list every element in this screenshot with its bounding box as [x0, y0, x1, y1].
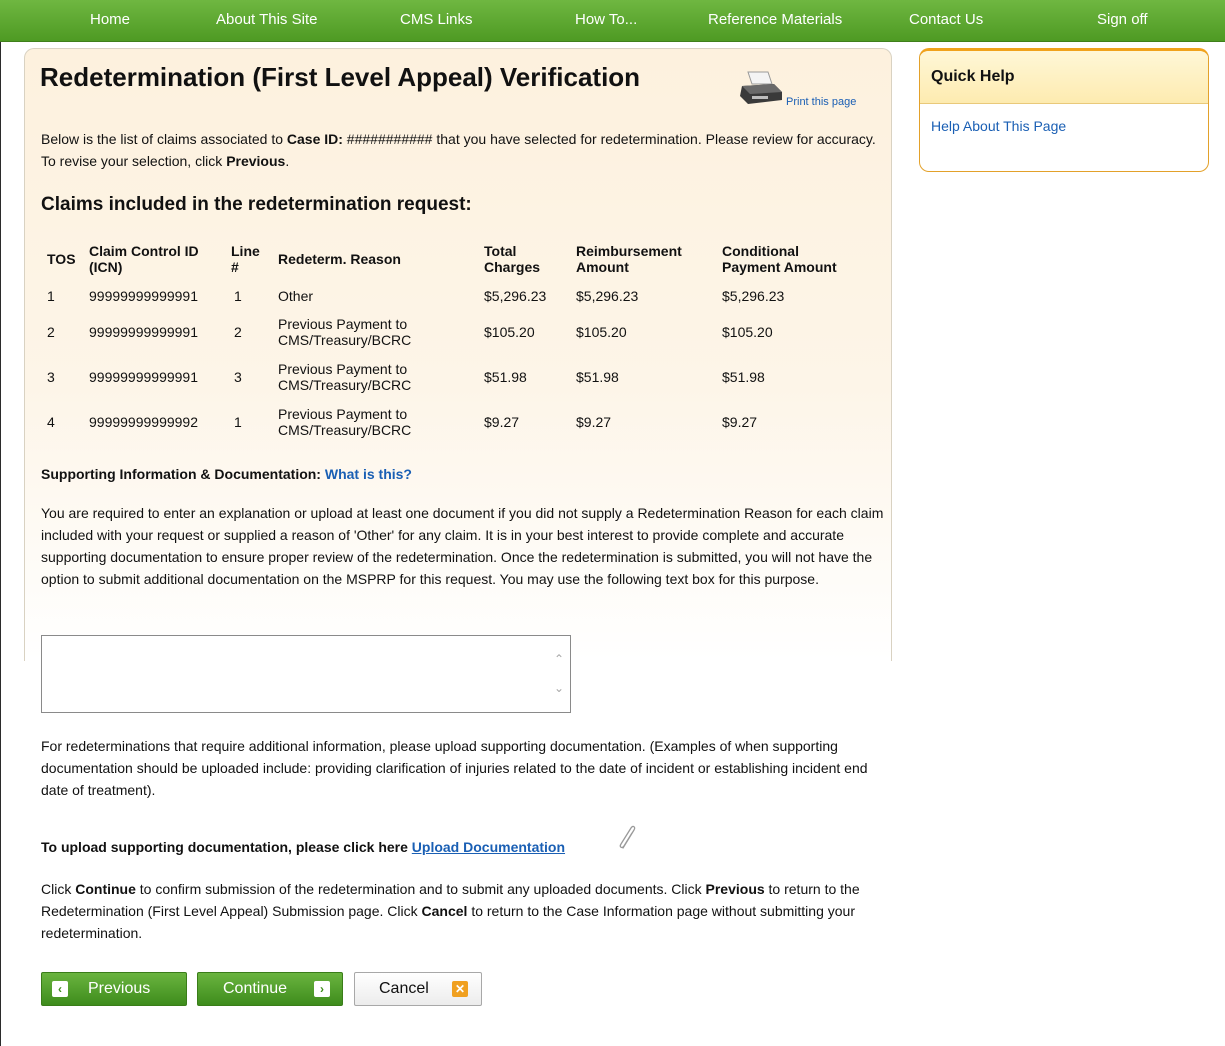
intro-text-part: Below is the list of claims associated t… — [41, 131, 287, 147]
header-icn-line1: Claim Control ID — [89, 243, 199, 259]
row3-reimb: $51.98 — [576, 369, 619, 385]
row3-reason-line1: Previous Payment to — [278, 361, 408, 377]
intro-previous-word: Previous — [226, 153, 286, 169]
paperclip-icon[interactable] — [617, 824, 639, 852]
header-cond-line1: Conditional — [722, 243, 799, 259]
row3-tos: 3 — [47, 369, 55, 385]
case-id-label: Case ID: — [286, 131, 343, 147]
scroll-up-icon[interactable]: ⌃ — [552, 652, 566, 666]
row3-icn: 99999999999991 — [89, 369, 199, 385]
explanation-textarea[interactable] — [41, 635, 571, 713]
header-cond-line2: Payment Amount — [722, 259, 837, 275]
row4-line: 1 — [234, 414, 242, 430]
page-title: Redetermination (First Level Appeal) Ver… — [40, 62, 641, 92]
intro-text: Below is the list of claims associated t… — [41, 128, 881, 172]
header-total-line2: Charges — [484, 259, 541, 275]
upload-info-text: For redeterminations that require additi… — [41, 738, 868, 798]
continue-instructions: Click Continue to confirm submission of … — [41, 878, 871, 944]
nav-cms-links[interactable]: CMS Links — [400, 11, 473, 28]
what-is-this-link[interactable]: What is this? — [325, 466, 412, 482]
upload-prompt: To upload supporting documentation, plea… — [41, 839, 565, 855]
row1-reimb: $5,296.23 — [576, 288, 639, 304]
row4-icn: 99999999999992 — [89, 414, 199, 430]
header-reason: Redeterm. Reason — [278, 251, 401, 267]
instructions-text-part: Click — [41, 881, 76, 897]
row2-line: 2 — [234, 324, 242, 340]
nav-home[interactable]: Home — [90, 11, 130, 28]
row1-line: 1 — [234, 288, 242, 304]
row1-icn: 99999999999991 — [89, 288, 199, 304]
instructions-cancel-word: Cancel — [421, 903, 468, 919]
header-line-line1: Line — [231, 243, 260, 259]
print-page-link[interactable]: Print this page — [786, 96, 856, 108]
nav-sign-off[interactable]: Sign off — [1097, 11, 1148, 28]
intro-text-part: . — [285, 153, 290, 169]
previous-button-label: Previous — [88, 980, 151, 997]
row2-tos: 2 — [47, 324, 55, 340]
row3-reason-line2: CMS/Treasury/BCRC — [278, 377, 412, 393]
top-nav-bar: Home About This Site CMS Links How To...… — [0, 0, 1225, 42]
row4-reimb: $9.27 — [576, 414, 612, 430]
window-left-border — [0, 0, 1, 1046]
header-icn-line2: (ICN) — [89, 259, 123, 275]
nav-how-to[interactable]: How To... — [575, 11, 637, 28]
scroll-down-icon[interactable]: ⌄ — [552, 681, 566, 695]
instructions-previous-word: Previous — [705, 881, 765, 897]
nav-contact-us[interactable]: Contact Us — [909, 11, 983, 28]
upload-documentation-link[interactable]: Upload Documentation — [412, 839, 565, 855]
header-tos: TOS — [47, 251, 76, 267]
row1-cond: $5,296.23 — [722, 288, 785, 304]
row4-total: $9.27 — [484, 414, 520, 430]
header-line-line2: # — [231, 259, 239, 275]
row2-reimb: $105.20 — [576, 324, 627, 340]
row3-total: $51.98 — [484, 369, 527, 385]
header-reimb-line1: Reimbursement — [576, 243, 682, 259]
printer-icon[interactable] — [738, 70, 784, 110]
row2-icn: 99999999999991 — [89, 324, 199, 340]
row2-reason-line1: Previous Payment to — [278, 316, 408, 332]
row1-reason: Other — [278, 288, 314, 304]
header-reimb-line2: Amount — [576, 259, 629, 275]
cancel-button[interactable]: Cancel ✕ — [354, 972, 482, 1006]
continue-button-label: Continue — [223, 980, 288, 997]
instructions-continue-word: Continue — [75, 881, 136, 897]
nav-about-this-site[interactable]: About This Site — [216, 11, 317, 28]
help-about-this-page-link[interactable]: Help About This Page — [931, 118, 1066, 134]
supporting-info-label-text: Supporting Information & Documentation: — [41, 466, 325, 482]
row4-reason-line2: CMS/Treasury/BCRC — [278, 422, 412, 438]
row3-line: 3 — [234, 369, 242, 385]
row2-cond: $105.20 — [722, 324, 773, 340]
row2-reason-line2: CMS/Treasury/BCRC — [278, 332, 412, 348]
row1-total: $5,296.23 — [484, 288, 547, 304]
row3-cond: $51.98 — [722, 369, 765, 385]
cancel-button-label: Cancel — [379, 980, 429, 997]
row4-cond: $9.27 — [722, 414, 758, 430]
quick-help-panel: Quick Help Help About This Page — [919, 48, 1209, 172]
row1-tos: 1 — [47, 288, 55, 304]
case-id-value: ########### — [342, 131, 437, 147]
chevron-right-icon: › — [314, 981, 330, 997]
chevron-left-icon: ‹ — [52, 981, 68, 997]
quick-help-header: Quick Help — [920, 51, 1208, 104]
quick-help-title: Quick Help — [931, 68, 1015, 85]
required-explanation-text: You are required to enter an explanation… — [41, 505, 884, 587]
continue-button[interactable]: Continue › — [197, 972, 343, 1006]
supporting-info-label: Supporting Information & Documentation: … — [41, 466, 412, 482]
previous-button[interactable]: ‹ Previous — [41, 972, 187, 1006]
upload-prompt-text: To upload supporting documentation, plea… — [41, 839, 412, 855]
close-icon: ✕ — [452, 981, 468, 997]
instructions-text-part: to confirm submission of the redetermina… — [135, 881, 706, 897]
nav-reference-materials[interactable]: Reference Materials — [708, 11, 842, 28]
row4-reason-line1: Previous Payment to — [278, 406, 408, 422]
header-total-line1: Total — [484, 243, 517, 259]
row4-tos: 4 — [47, 414, 55, 430]
claims-section-title: Claims included in the redetermination r… — [41, 194, 472, 215]
row2-total: $105.20 — [484, 324, 535, 340]
